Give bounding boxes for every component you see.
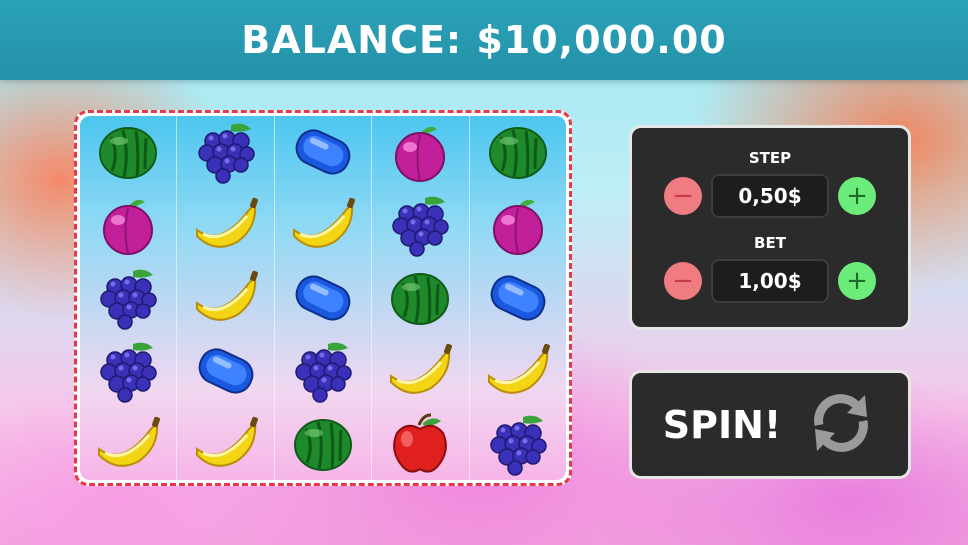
grapes-icon [92,264,164,332]
spin-label: SPIN! [662,402,782,447]
banana-icon [190,410,262,478]
step-decrease-button[interactable]: − [664,177,702,215]
watermelon-icon [92,118,164,186]
grapes-icon [92,337,164,405]
reel-4 [372,116,470,480]
grapes-icon [384,191,456,259]
watermelon-icon [384,264,456,332]
grapes-icon [482,410,554,478]
banana-icon [287,191,359,259]
step-label: STEP [748,149,792,167]
refresh-icon [805,387,877,463]
blue-candy-icon [482,264,554,332]
plum-icon [482,191,554,259]
step-increase-button[interactable]: + [838,177,876,215]
reel-1 [80,116,178,480]
reel-2 [177,116,275,480]
bet-label: BET [754,234,786,252]
blue-candy-icon [287,264,359,332]
reel-5 [470,116,566,480]
banana-icon [190,264,262,332]
plum-icon [384,118,456,186]
watermelon-icon [482,118,554,186]
step-value: 0,50$ [711,174,829,218]
balance-text: BALANCE: $10,000.00 [241,18,727,62]
watermelon-icon [287,410,359,478]
bet-increase-button[interactable]: + [838,262,876,300]
balance-bar: BALANCE: $10,000.00 [0,0,968,80]
bet-controls-panel: STEP − 0,50$ + BET − 1,00$ + [629,125,911,330]
apple-icon [384,410,456,478]
reels-grid [80,116,566,480]
reels-frame [74,110,572,486]
grapes-icon [287,337,359,405]
banana-icon [190,191,262,259]
banana-icon [384,337,456,405]
plum-icon [92,191,164,259]
banana-icon [482,337,554,405]
reel-3 [275,116,373,480]
banana-icon [92,410,164,478]
bet-value: 1,00$ [711,259,829,303]
blue-candy-icon [190,337,262,405]
bet-decrease-button[interactable]: − [664,262,702,300]
spin-button[interactable]: SPIN! [629,370,911,479]
blue-candy-icon [287,118,359,186]
grapes-icon [190,118,262,186]
